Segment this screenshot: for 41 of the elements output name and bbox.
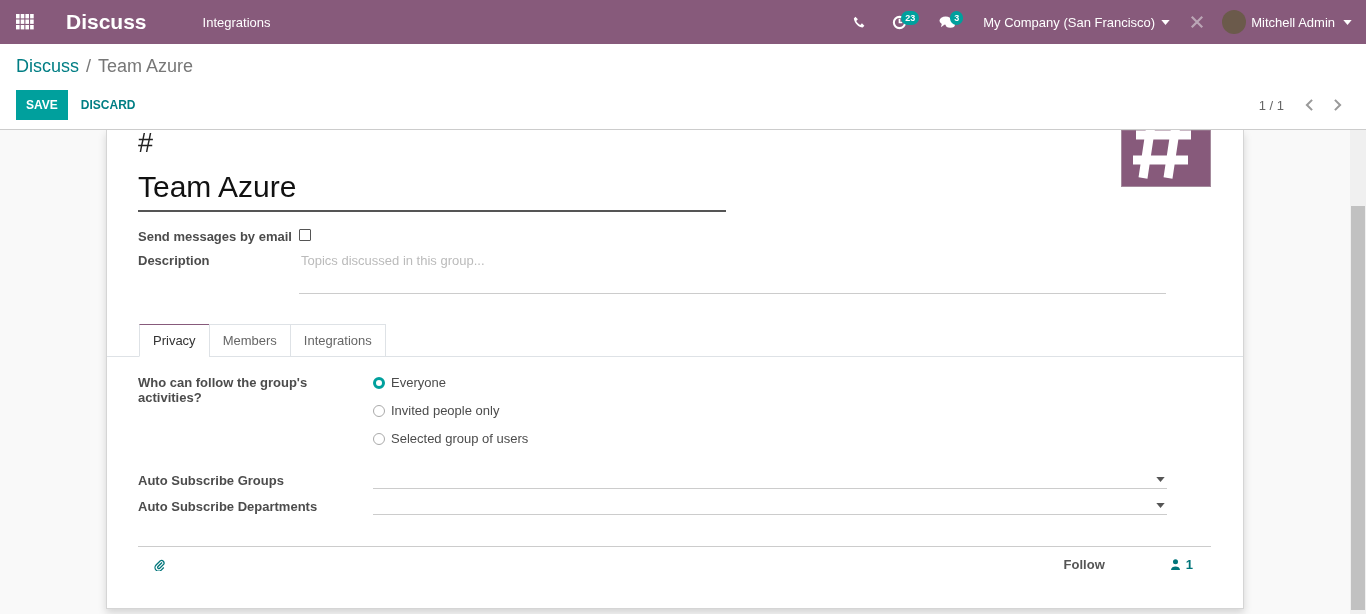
- tab[interactable]: Members: [208, 324, 291, 357]
- scrollbar[interactable]: [1350, 130, 1366, 614]
- name-field[interactable]: Team Azure: [138, 156, 726, 212]
- hash-avatar-icon[interactable]: [1121, 130, 1211, 187]
- menu-link[interactable]: Integrations: [202, 14, 271, 30]
- field-label: Auto Subscribe Groups: [138, 472, 285, 490]
- breadcrumb-link[interactable]: Discuss: [16, 56, 79, 90]
- caret-icon: [1156, 477, 1165, 482]
- tab[interactable]: Privacy: [139, 324, 210, 357]
- company-switcher[interactable]: My Company (San Francisco): [983, 14, 1156, 30]
- radio-button[interactable]: [373, 376, 385, 389]
- radio-label[interactable]: Everyone: [391, 375, 446, 390]
- user-menu[interactable]: Mitchell Admin: [1251, 14, 1335, 30]
- paperclip-icon[interactable]: [154, 558, 165, 571]
- followers-count[interactable]: 1: [1185, 557, 1193, 572]
- apps-grid-icon[interactable]: [16, 14, 34, 30]
- tab[interactable]: Integrations: [289, 324, 386, 357]
- radio-label[interactable]: Selected group of users: [391, 431, 529, 446]
- pager-value: 1 / 1: [1258, 97, 1284, 113]
- app-title: Discuss: [66, 10, 147, 34]
- field-label: Who can follow the group's activities?: [138, 375, 309, 407]
- discard-button[interactable]: DISCARD: [80, 90, 136, 120]
- chevron-right-icon[interactable]: [1333, 99, 1342, 111]
- breadcrumb-current: Team Azure: [98, 56, 194, 78]
- follow-button[interactable]: Follow: [1063, 557, 1105, 572]
- field-label: Auto Subscribe Departments: [138, 498, 319, 516]
- activity-count: 23: [901, 11, 920, 25]
- caret-icon: [1343, 19, 1352, 25]
- channel-prefix: #: [138, 130, 155, 156]
- checkbox[interactable]: [299, 229, 311, 241]
- field-label: Description: [138, 253, 211, 270]
- field-label: Send messages by email: [138, 229, 293, 244]
- caret-icon: [1156, 503, 1165, 508]
- person-icon[interactable]: [1170, 559, 1180, 570]
- message-count: 3: [950, 11, 964, 25]
- chevron-left-icon[interactable]: [1305, 99, 1314, 111]
- breadcrumb-separator: /: [86, 56, 92, 78]
- phone-icon[interactable]: [853, 15, 867, 29]
- caret-icon: [1161, 19, 1171, 25]
- radio-label[interactable]: Invited people only: [391, 403, 500, 418]
- save-button[interactable]: SAVE: [16, 90, 68, 120]
